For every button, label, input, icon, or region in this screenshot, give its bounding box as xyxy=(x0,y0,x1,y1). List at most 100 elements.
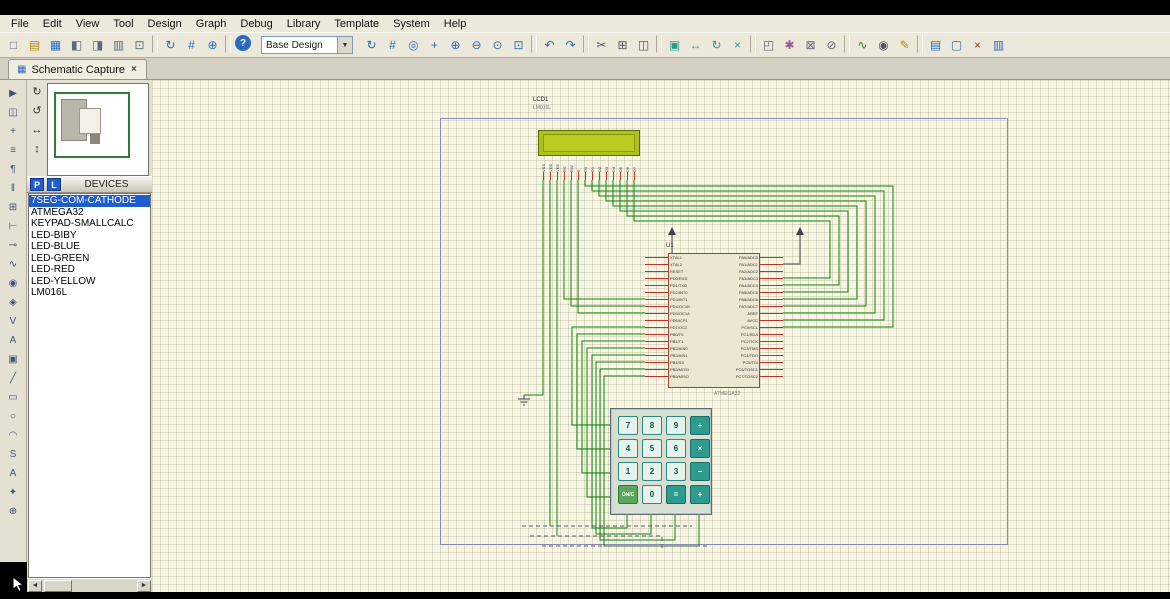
menu-template[interactable]: Template xyxy=(327,17,386,31)
keypad-key[interactable]: 9 xyxy=(666,416,686,435)
device-list-scrollbar[interactable]: ◄ ► xyxy=(27,578,152,592)
keypad-key[interactable]: = xyxy=(666,485,686,504)
pick-parts-icon[interactable]: ◰ xyxy=(758,35,779,55)
menu-view[interactable]: View xyxy=(69,17,107,31)
device-list-item[interactable]: LM016L xyxy=(29,287,150,299)
menu-edit[interactable]: Edit xyxy=(36,17,69,31)
text-script-mode-icon[interactable]: ¶ xyxy=(3,161,24,177)
close-tab-icon[interactable]: × xyxy=(130,64,138,75)
mirror-horizontal-icon[interactable]: ↔ xyxy=(29,122,46,137)
menu-help[interactable]: Help xyxy=(437,17,474,31)
2d-line-icon[interactable]: ╱ xyxy=(3,370,24,386)
mark-output-area-icon[interactable]: ⊡ xyxy=(129,35,150,55)
power-terminal[interactable] xyxy=(783,227,804,265)
help-icon[interactable]: ? xyxy=(235,35,251,51)
menu-design[interactable]: Design xyxy=(141,17,189,31)
block-move-icon[interactable]: ↔ xyxy=(685,35,706,55)
block-copy-icon[interactable]: ▣ xyxy=(664,35,685,55)
zoom-out-icon[interactable]: ⊖ xyxy=(466,35,487,55)
keypad-key[interactable]: 3 xyxy=(666,462,686,481)
generator-mode-icon[interactable]: ◈ xyxy=(3,294,24,310)
voltage-probe-mode-icon[interactable]: V xyxy=(3,313,24,329)
search-tag-icon[interactable]: ◉ xyxy=(873,35,894,55)
scroll-right-icon[interactable]: ► xyxy=(137,579,151,592)
2d-arc-icon[interactable]: ◠ xyxy=(3,427,24,443)
keypad-component[interactable]: 7 8 9 ÷ 4 5 6 × 1 2 3− ON/C 0 = + xyxy=(610,408,712,515)
tape-recorder-mode-icon[interactable]: ◉ xyxy=(3,275,24,291)
remove-sheet-icon[interactable]: × xyxy=(967,35,988,55)
terminals-mode-icon[interactable]: ⊢ xyxy=(3,218,24,234)
scroll-left-icon[interactable]: ◄ xyxy=(28,579,42,592)
2d-path-icon[interactable]: S xyxy=(3,446,24,462)
2d-marker-icon[interactable]: ⊕ xyxy=(3,503,24,519)
schematic-canvas[interactable]: LCD1 LM016L VSS VDD VEE RS RW E D0 D1 D2 D3 D4 D5 D6… xyxy=(152,80,1170,592)
keypad-key[interactable]: 8 xyxy=(642,416,662,435)
device-list-item[interactable]: LED-RED xyxy=(29,264,150,276)
2d-box-icon[interactable]: ▭ xyxy=(3,389,24,405)
packaging-tool-icon[interactable]: ⊠ xyxy=(800,35,821,55)
graph-mode-icon[interactable]: ∿ xyxy=(3,256,24,272)
subcircuit-mode-icon[interactable]: ⊞ xyxy=(3,199,24,215)
save-design-icon[interactable]: ▦ xyxy=(45,35,66,55)
menu-graph[interactable]: Graph xyxy=(189,17,234,31)
decompose-icon[interactable]: ⊘ xyxy=(821,35,842,55)
cut-icon[interactable]: ✂ xyxy=(591,35,612,55)
refresh-display-icon[interactable]: ↻ xyxy=(160,35,181,55)
zoom-to-area-icon[interactable]: ⊡ xyxy=(508,35,529,55)
print-design-icon[interactable]: ▥ xyxy=(108,35,129,55)
menu-library[interactable]: Library xyxy=(280,17,328,31)
pick-devices-button[interactable]: P xyxy=(30,178,44,191)
sheet-selector[interactable]: Base Design ▼ xyxy=(261,36,353,54)
import-section-icon[interactable]: ◧ xyxy=(66,35,87,55)
device-pins-mode-icon[interactable]: ⊸ xyxy=(3,237,24,253)
new-design-icon[interactable]: □ xyxy=(3,35,24,55)
2d-symbol-icon[interactable]: ✦ xyxy=(3,484,24,500)
keypad-key[interactable]: ON/C xyxy=(618,485,638,504)
chevron-down-icon[interactable]: ▼ xyxy=(337,37,352,53)
wire-label-mode-icon[interactable]: ≡ xyxy=(3,142,24,158)
2d-text-icon[interactable]: A xyxy=(3,465,24,481)
false-origin-icon[interactable]: ⊕ xyxy=(202,35,223,55)
toggle-grid-icon[interactable]: # xyxy=(181,35,202,55)
device-list-item[interactable]: LED-YELLOW xyxy=(29,276,150,288)
menu-file[interactable]: File xyxy=(4,17,36,31)
keypad-key[interactable]: × xyxy=(690,439,710,458)
virtual-instruments-mode-icon[interactable]: ▣ xyxy=(3,351,24,367)
keypad-key[interactable]: 6 xyxy=(666,439,686,458)
keypad-key[interactable]: 2 xyxy=(642,462,662,481)
keypad-key[interactable]: 5 xyxy=(642,439,662,458)
center-at-cursor-icon[interactable]: + xyxy=(424,35,445,55)
tab-schematic-capture[interactable]: ▦ Schematic Capture × xyxy=(8,59,147,79)
device-list-item[interactable]: LED-BLUE xyxy=(29,241,150,253)
open-design-icon[interactable]: ▤ xyxy=(24,35,45,55)
power-terminal[interactable] xyxy=(668,227,676,253)
origin-icon[interactable]: ◎ xyxy=(403,35,424,55)
overview-minimap[interactable] xyxy=(47,83,149,176)
keypad-key[interactable]: + xyxy=(690,485,710,504)
device-list-item[interactable]: 7SEG-COM-CATHODE xyxy=(29,195,150,207)
ground-symbol[interactable] xyxy=(518,395,530,406)
junction-dot-mode-icon[interactable]: + xyxy=(3,123,24,139)
copy-icon[interactable]: ⊞ xyxy=(612,35,633,55)
undo-icon[interactable]: ↶ xyxy=(539,35,560,55)
scrollbar-thumb[interactable] xyxy=(44,580,72,592)
design-explorer-icon[interactable]: ▤ xyxy=(925,35,946,55)
export-section-icon[interactable]: ◨ xyxy=(87,35,108,55)
device-list-item[interactable]: ATMEGA32 xyxy=(29,207,150,219)
device-list-item[interactable]: KEYPAD-SMALLCALC xyxy=(29,218,150,230)
keypad-key[interactable]: 7 xyxy=(618,416,638,435)
keypad-key[interactable]: − xyxy=(690,462,710,481)
new-sheet-icon[interactable]: ▢ xyxy=(946,35,967,55)
menu-debug[interactable]: Debug xyxy=(233,17,279,31)
grid-icon[interactable]: # xyxy=(382,35,403,55)
device-list-item[interactable]: LED-BIBY xyxy=(29,230,150,242)
rotate-clockwise-icon[interactable]: ↻ xyxy=(29,84,46,99)
keypad-key[interactable]: 0 xyxy=(642,485,662,504)
menu-tool[interactable]: Tool xyxy=(106,17,140,31)
device-list-item[interactable]: LED-GREEN xyxy=(29,253,150,265)
buses-mode-icon[interactable]: ‖ xyxy=(3,180,24,196)
menu-system[interactable]: System xyxy=(386,17,437,31)
redo-icon[interactable]: ↷ xyxy=(560,35,581,55)
mirror-vertical-icon[interactable]: ↕ xyxy=(29,141,46,156)
2d-circle-icon[interactable]: ○ xyxy=(3,408,24,424)
